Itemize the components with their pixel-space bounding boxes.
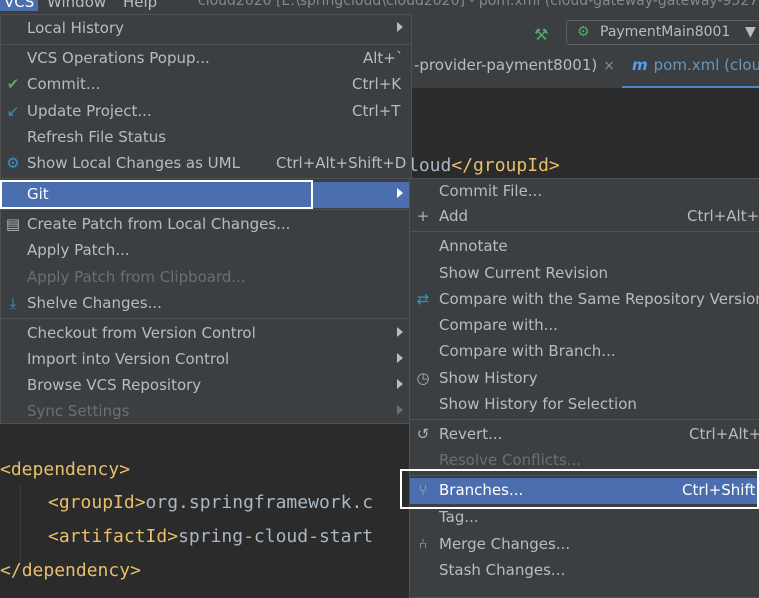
git-submenu: Commit File... + Add Ctrl+Alt+A Annotate… [409, 178, 759, 598]
plus-icon: + [416, 207, 430, 225]
code-line-groupid: loud</groupId> [408, 155, 560, 176]
vcs-item-show-local-changes-uml[interactable]: ⚙ Show Local Changes as UML Ctrl+Alt+Shi… [1, 151, 411, 177]
vcs-item-shelve-changes[interactable]: ⤓ Shelve Changes... [1, 291, 411, 317]
hammer-icon[interactable]: ⚒ [534, 25, 548, 44]
shelve-icon: ⤓ [9, 294, 17, 312]
git-item-compare-with[interactable]: Compare with... [410, 313, 759, 339]
run-configuration-label: PaymentMain8001 [600, 24, 731, 40]
submenu-arrow-icon [397, 405, 403, 415]
submenu-arrow-icon [397, 353, 403, 363]
update-arrow-icon: ↙ [6, 102, 20, 120]
git-item-revert[interactable]: ↺ Revert... Ctrl+Alt+Z [410, 422, 759, 448]
git-item-show-history[interactable]: ◷ Show History [410, 366, 759, 392]
vcs-item-operations-popup[interactable]: VCS Operations Popup... Alt+` [1, 46, 411, 72]
git-item-show-current-revision[interactable]: Show Current Revision [410, 261, 759, 287]
chevron-down-icon: ▼ [745, 24, 756, 40]
menu-separator [1, 318, 411, 319]
git-item-compare-same-version[interactable]: ⇄ Compare with the Same Repository Versi… [410, 287, 759, 313]
tab-pom-xml[interactable]: m pom.xml (cloud [632, 56, 759, 74]
clock-icon: ◷ [416, 369, 430, 387]
merge-icon: ⑃ [418, 535, 428, 553]
vcs-item-browse-repository[interactable]: Browse VCS Repository [1, 373, 411, 399]
git-item-compare-with-branch[interactable]: Compare with Branch... [410, 339, 759, 365]
tab-provider-payment[interactable]: -provider-payment8001) × [414, 56, 615, 74]
branch-icon: ⑂ [418, 481, 428, 499]
revert-icon: ↺ [416, 425, 430, 443]
vcs-item-create-patch[interactable]: ▤ Create Patch from Local Changes... [1, 212, 411, 238]
git-item-stash-changes[interactable]: Stash Changes... [410, 558, 759, 584]
code-line-dependency-close: </dependency> [0, 560, 141, 581]
check-icon: ✔ [6, 75, 20, 93]
maven-icon: m [632, 56, 648, 74]
code-line-artifactid-value: <artifactId>spring-cloud-start [48, 526, 374, 547]
vcs-item-commit[interactable]: ✔ Commit... Ctrl+K [1, 72, 411, 98]
submenu-arrow-icon [397, 379, 403, 389]
code-line-groupid-value: <groupId>org.springframework.c [48, 492, 374, 513]
vcs-menu: Local History VCS Operations Popup... Al… [0, 14, 412, 424]
submenu-arrow-icon [397, 22, 403, 32]
git-item-add[interactable]: + Add Ctrl+Alt+A [410, 204, 759, 230]
close-icon[interactable]: × [603, 58, 615, 74]
vcs-item-checkout[interactable]: Checkout from Version Control [1, 321, 411, 347]
vcs-item-refresh-file-status[interactable]: Refresh File Status [1, 125, 411, 151]
vcs-item-import[interactable]: Import into Version Control [1, 347, 411, 373]
menu-separator [410, 419, 759, 420]
git-item-show-history-selection[interactable]: Show History for Selection [410, 392, 759, 418]
git-item-annotate[interactable]: Annotate [410, 234, 759, 260]
menu-separator [410, 475, 759, 476]
tab-label: -provider-payment8001) [414, 56, 598, 74]
menu-separator [410, 231, 759, 232]
git-item-merge-changes[interactable]: ⑃ Merge Changes... [410, 532, 759, 558]
git-item-branches[interactable]: ⑂ Branches... Ctrl+Shift+` [410, 478, 759, 504]
menu-separator [1, 209, 411, 210]
indent-guide [20, 485, 21, 563]
vcs-item-sync-settings: Sync Settings [1, 399, 411, 425]
vcs-item-apply-patch-clipboard: Apply Patch from Clipboard... [27, 268, 246, 286]
menu-separator [1, 44, 411, 45]
patch-icon: ▤ [5, 215, 21, 233]
compare-arrows-icon: ⇄ [416, 290, 430, 308]
submenu-arrow-icon [397, 327, 403, 337]
menu-vcs[interactable]: VCS [0, 0, 39, 11]
vcs-item-apply-patch[interactable]: Apply Patch... [1, 238, 411, 264]
vcs-item-git[interactable]: Git [1, 182, 411, 208]
git-item-commit-file[interactable]: Commit File... [410, 179, 759, 205]
tab-label: pom.xml (cloud [653, 56, 759, 74]
run-configuration-selector[interactable]: ⚙ PaymentMain8001 ▼ [566, 20, 759, 45]
git-item-resolve-conflicts: Resolve Conflicts... [439, 451, 582, 469]
vcs-item-local-history[interactable]: Local History [1, 16, 411, 42]
spring-boot-icon: ⚙ [577, 24, 590, 40]
vcs-item-update-project[interactable]: ↙ Update Project... Ctrl+T [1, 99, 411, 125]
git-item-tag[interactable]: Tag... [410, 505, 759, 531]
code-line-dependency-open: <dependency> [0, 459, 131, 480]
window-title: cloud2020 [E:\springcloud\cloud2020] - p… [198, 0, 759, 9]
uml-icon: ⚙ [6, 154, 20, 172]
submenu-arrow-icon [397, 188, 403, 198]
menu-help[interactable]: Help [123, 0, 157, 11]
menu-window[interactable]: Window [47, 0, 106, 11]
menu-separator [1, 178, 411, 179]
